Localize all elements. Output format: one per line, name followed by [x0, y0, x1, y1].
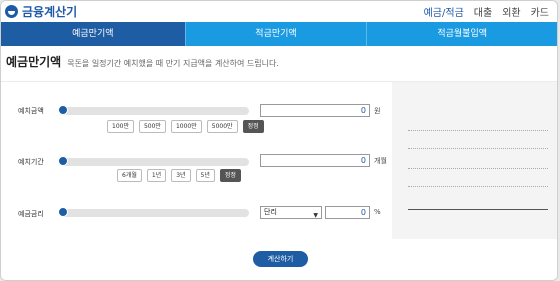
period-chip-6m[interactable]: 6개월 — [117, 169, 142, 182]
period-slider[interactable] — [58, 156, 249, 166]
input-form: 예치금액 100만 500만 1000만 5000만 정정 0 원 예치기간 6… — [1, 82, 392, 239]
deposit-label: 예치금액 — [18, 107, 44, 115]
logo-text: 금융계산기 — [22, 5, 78, 19]
page-heading: 예금만기액 목돈을 일정기간 예치했을 때 만기 지급액을 계산하여 드립니다. — [6, 53, 279, 70]
nav-deposit-savings[interactable]: 예금/적금 — [424, 4, 464, 19]
period-chip-1y[interactable]: 1년 — [146, 169, 167, 182]
page-description: 목돈을 일정기간 예치했을 때 만기 지급액을 계산하여 드립니다. — [67, 59, 279, 68]
tab-deposit-maturity[interactable]: 예금만기액 — [1, 22, 186, 46]
rate-unit: % — [374, 208, 381, 216]
result-line — [408, 148, 548, 149]
result-total-line — [408, 209, 548, 210]
tab-bar: 예금만기액 적금만기액 적금월불입액 — [1, 22, 557, 46]
deposit-chip-100[interactable]: 100만 — [107, 120, 134, 133]
period-slider-handle[interactable] — [58, 156, 68, 166]
deposit-slider-handle[interactable] — [58, 105, 68, 115]
nav-card[interactable]: 카드 — [531, 4, 549, 19]
period-reset-button[interactable]: 정정 — [219, 169, 241, 182]
page-title: 예금만기액 — [6, 55, 62, 69]
interest-type-value: 단리 — [264, 208, 277, 216]
tab-savings-maturity[interactable]: 적금만기액 — [185, 22, 368, 46]
nav-loan[interactable]: 대출 — [474, 4, 492, 19]
deposit-slider[interactable] — [58, 105, 249, 115]
action-area: 계산하기 — [1, 239, 557, 280]
nav-exchange[interactable]: 외환 — [502, 4, 520, 19]
top-nav: 예금/적금 대출 외환 카드 — [424, 4, 549, 19]
rate-slider[interactable] — [58, 207, 249, 217]
deposit-quick-buttons: 100만 500만 1000만 5000만 정정 — [107, 120, 264, 133]
calculator-window: 금융계산기 예금/적금 대출 외환 카드 예금만기액 적금만기액 적금월불입액 … — [0, 0, 558, 281]
rate-label: 예금금리 — [18, 210, 44, 218]
deposit-chip-500[interactable]: 500만 — [138, 120, 166, 133]
logo[interactable]: 금융계산기 — [5, 3, 77, 20]
period-quick-buttons: 6개월 1년 3년 5년 정정 — [117, 169, 241, 182]
deposit-amount-input[interactable]: 0 — [260, 104, 370, 117]
deposit-reset-button[interactable]: 정정 — [242, 120, 264, 133]
period-label: 예치기간 — [18, 158, 44, 166]
period-input[interactable]: 0 — [260, 154, 370, 167]
interest-type-select[interactable]: 단리 ▼ — [260, 206, 322, 219]
deposit-chip-5000[interactable]: 5000만 — [206, 120, 238, 133]
period-chip-5y[interactable]: 5년 — [195, 169, 215, 182]
logo-icon — [5, 5, 18, 18]
period-chip-3y[interactable]: 3년 — [171, 169, 191, 182]
rate-input[interactable]: 0 — [325, 206, 370, 219]
top-bar: 금융계산기 예금/적금 대출 외환 카드 — [1, 1, 557, 22]
result-line — [408, 130, 548, 131]
deposit-chip-1000[interactable]: 1000만 — [170, 120, 202, 133]
result-line — [408, 168, 548, 169]
period-unit: 개월 — [374, 157, 387, 165]
calculate-button[interactable]: 계산하기 — [253, 251, 308, 267]
deposit-unit: 원 — [374, 107, 381, 115]
tab-savings-monthly[interactable]: 적금월불입액 — [367, 22, 557, 46]
rate-slider-handle[interactable] — [58, 207, 68, 217]
result-line — [408, 186, 548, 187]
result-panel — [392, 82, 557, 239]
chevron-down-icon: ▼ — [313, 212, 318, 219]
